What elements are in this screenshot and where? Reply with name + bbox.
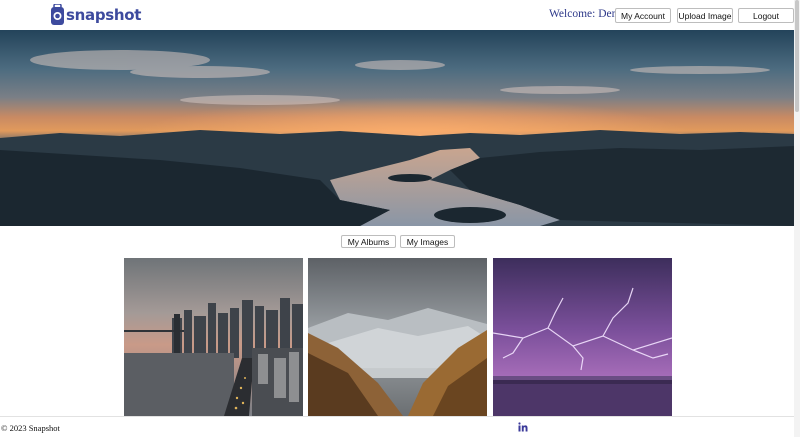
tab-my-albums[interactable]: My Albums [341,235,396,248]
copyright-text: © 2023 Snapshot [1,423,60,433]
my-account-button[interactable]: My Account [615,8,671,23]
hero-banner-image [0,30,795,226]
gallery-image-1[interactable] [124,258,303,416]
linkedin-icon[interactable] [518,422,528,432]
camera-bag-icon [51,4,64,25]
gallery-image-2[interactable] [308,258,487,416]
scrollbar-thumb[interactable] [795,0,799,112]
logout-button[interactable]: Logout [738,8,794,23]
top-header: snapshot Welcome: Demo My Account Upload… [0,0,800,30]
page-footer: © 2023 Snapshot [0,416,800,437]
gallery-image-3[interactable] [493,258,672,416]
tab-my-images[interactable]: My Images [400,235,455,248]
upload-image-button[interactable]: Upload Image [677,8,733,23]
page-scrollbar[interactable] [794,0,800,437]
logo[interactable]: snapshot [50,3,141,27]
logo-text: snapshot [66,6,142,24]
